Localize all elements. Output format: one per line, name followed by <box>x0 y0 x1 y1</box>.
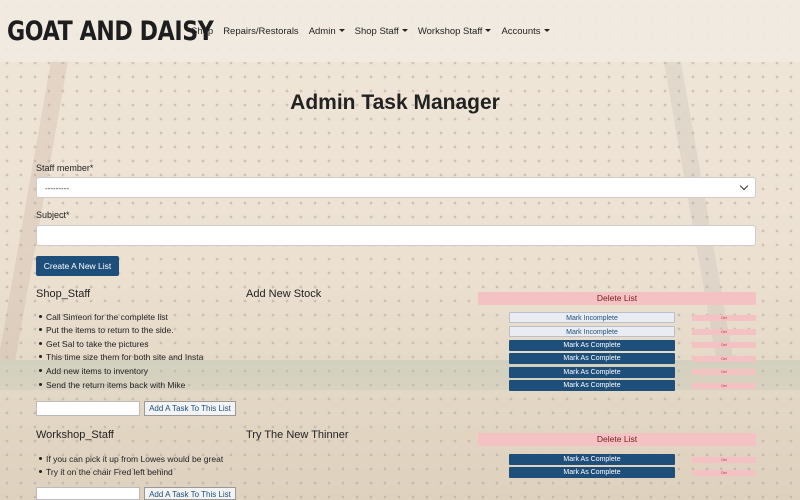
new-task-input[interactable] <box>36 487 140 500</box>
delete-task-button[interactable]: Del <box>692 457 756 463</box>
task-item: Put the items to return to the side. <box>39 325 174 335</box>
mark-complete-button[interactable]: Mark As Complete <box>509 340 675 351</box>
nav-shop-staff-dropdown[interactable]: Shop Staff <box>355 26 408 37</box>
nav-admin-dropdown[interactable]: Admin <box>309 26 345 37</box>
staff-member-label: Staff member* <box>36 163 94 173</box>
list-staff-name: Shop_Staff <box>36 288 91 300</box>
delete-task-button[interactable]: Del <box>692 356 756 362</box>
list-subject-title: Try The New Thinner <box>246 429 349 441</box>
nav-workshop-staff-label: Workshop Staff <box>417 25 483 37</box>
mark-incomplete-button[interactable]: Mark Incomplete <box>509 326 675 337</box>
nav-accounts-dropdown[interactable]: Accounts <box>501 25 550 37</box>
mark-complete-button[interactable]: Mark As Complete <box>509 380 675 391</box>
task-item: Try it on the chair Fred left behind <box>39 467 173 477</box>
nav-workshop-staff-dropdown[interactable]: Workshop Staff <box>418 26 492 37</box>
caret-down-icon <box>543 29 550 33</box>
delete-task-button[interactable]: Del <box>692 383 756 389</box>
page-title: Admin Task Manager <box>290 91 500 114</box>
caret-down-icon <box>485 29 492 33</box>
mark-complete-button[interactable]: Mark As Complete <box>509 353 675 364</box>
delete-list-button[interactable]: Delete List <box>478 433 756 446</box>
nav-shop-staff-label: Shop Staff <box>354 25 399 37</box>
top-navbar: GOAT AND DAISY Shop Repairs/Restorals Ad… <box>0 0 800 62</box>
delete-task-button[interactable]: Del <box>692 369 756 375</box>
mark-complete-button[interactable]: Mark As Complete <box>509 467 675 478</box>
delete-task-button[interactable]: Del <box>692 315 756 321</box>
mark-incomplete-button[interactable]: Mark Incomplete <box>509 312 675 323</box>
task-item: Call Simeon for the complete list <box>39 312 168 322</box>
nav-repairs-label: Repairs/Restorals <box>223 25 299 37</box>
caret-down-icon <box>338 29 345 33</box>
main-content: Admin Task Manager Staff member* -------… <box>0 0 800 500</box>
delete-task-button[interactable]: Del <box>692 470 756 476</box>
brand-logo[interactable]: GOAT AND DAISY <box>7 16 214 47</box>
nav-menu: Shop Repairs/Restorals Admin Shop Staff … <box>191 26 550 37</box>
list-staff-name: Workshop_Staff <box>36 429 114 441</box>
caret-down-icon <box>401 29 408 33</box>
chevron-down-icon <box>739 181 749 191</box>
add-task-button[interactable]: Add A Task To This List <box>144 487 236 500</box>
delete-task-button[interactable]: Del <box>692 329 756 335</box>
subject-input[interactable] <box>36 225 756 246</box>
task-item: Get Sal to take the pictures <box>39 339 149 349</box>
nav-admin-label: Admin <box>308 25 336 37</box>
create-list-button[interactable]: Create A New List <box>36 256 119 276</box>
staff-member-value: --------- <box>45 184 69 193</box>
nav-repairs[interactable]: Repairs/Restorals <box>223 26 299 37</box>
staff-member-select[interactable]: --------- <box>36 177 756 198</box>
task-item: If you can pick it up from Lowes would b… <box>38 454 224 464</box>
task-item: This time size them for both site and In… <box>38 352 204 362</box>
delete-list-button[interactable]: Delete List <box>478 292 756 305</box>
new-task-input[interactable] <box>36 401 140 416</box>
nav-accounts-label: Accounts <box>501 25 541 37</box>
list-subject-title: Add New Stock <box>246 288 322 300</box>
mark-complete-button[interactable]: Mark As Complete <box>509 367 675 378</box>
task-item: Send the return items back with Mike <box>38 380 186 390</box>
mark-complete-button[interactable]: Mark As Complete <box>509 454 675 465</box>
add-task-button[interactable]: Add A Task To This List <box>144 401 236 416</box>
subject-label: Subject* <box>36 210 70 220</box>
task-item: Add new items to inventory <box>38 366 149 376</box>
delete-task-button[interactable]: Del <box>692 342 756 348</box>
